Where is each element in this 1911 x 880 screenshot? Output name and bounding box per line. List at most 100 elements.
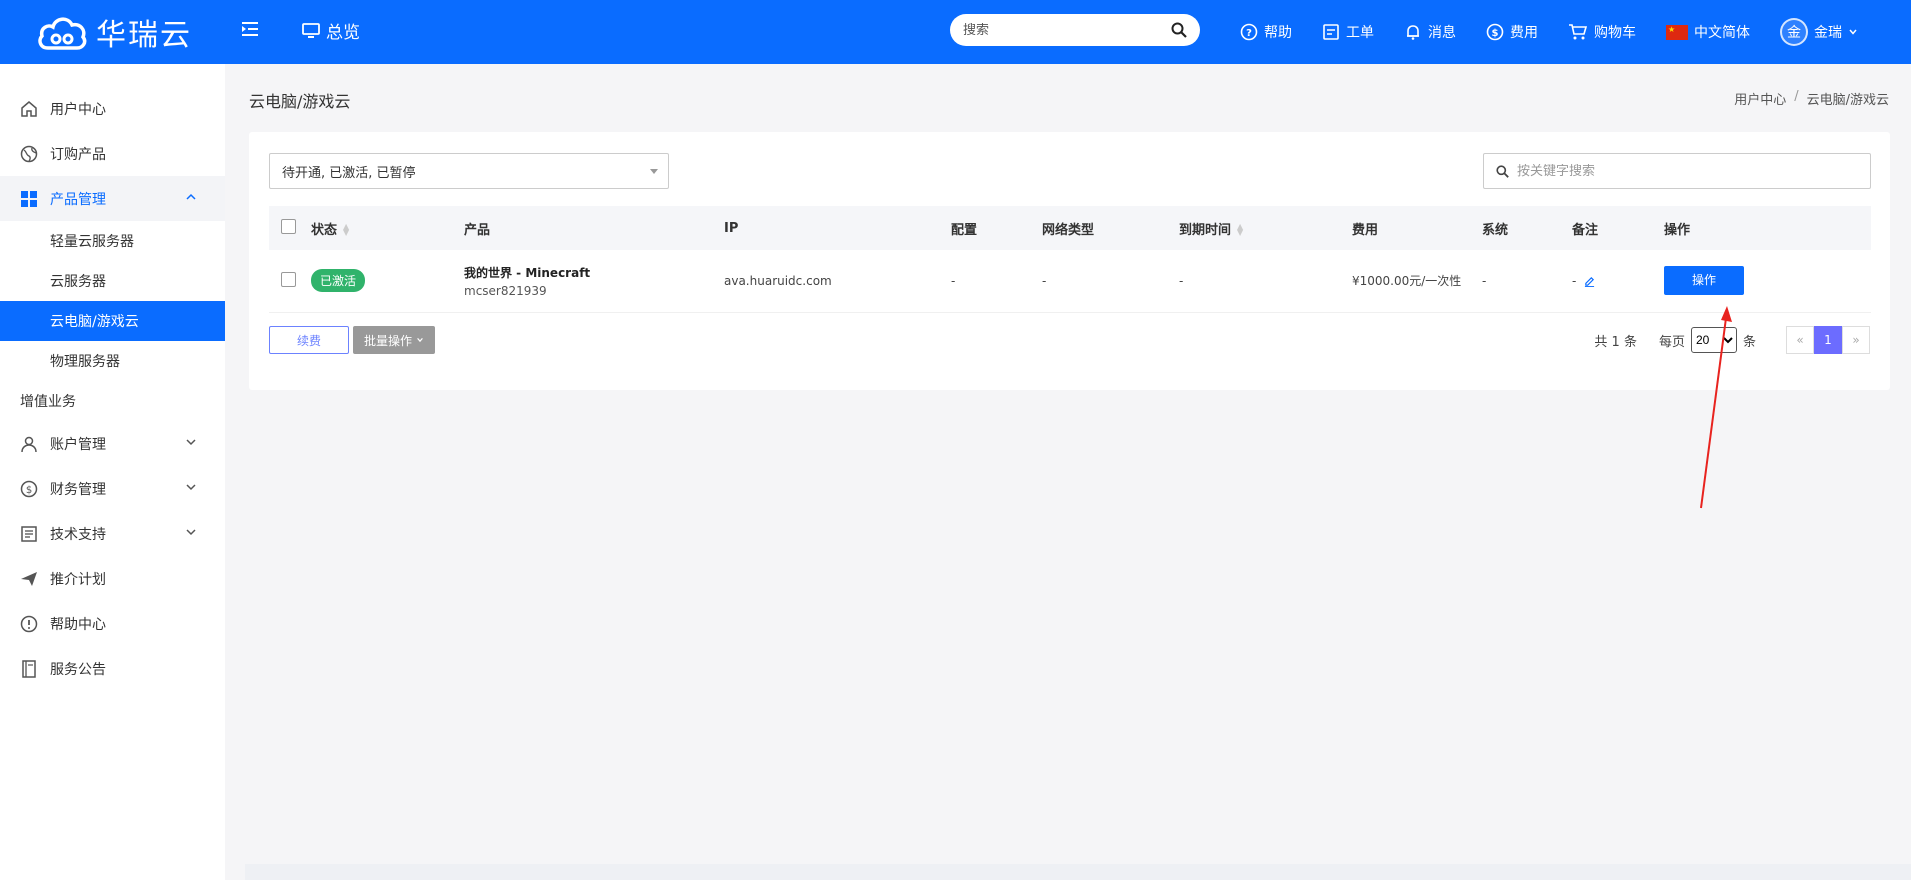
china-flag-icon bbox=[1666, 24, 1688, 40]
status-filter-select[interactable]: 待开通, 已激活, 已暂停 bbox=[269, 153, 669, 189]
fee-link[interactable]: $ 费用 bbox=[1486, 22, 1538, 42]
document-icon bbox=[20, 525, 38, 543]
cart-icon bbox=[1569, 24, 1588, 40]
sidebar-sub-physical-server[interactable]: 物理服务器 bbox=[0, 341, 225, 381]
pagination: 共 1 条 每页 20 条 « 1 » bbox=[1594, 326, 1870, 354]
sidebar-item-label: 账户管理 bbox=[50, 436, 106, 453]
sidebar-section-value-added: 增值业务 bbox=[20, 394, 76, 410]
sidebar-item-tech-support[interactable]: 技术支持 bbox=[0, 511, 225, 556]
chevron-down-icon bbox=[417, 338, 423, 343]
sidebar-item-product-management[interactable]: 产品管理 bbox=[0, 176, 225, 221]
column-header-status[interactable]: 状态 ▲ ▼ bbox=[311, 206, 464, 250]
top-search-box[interactable] bbox=[950, 14, 1200, 46]
brand-logo[interactable]: 华瑞云 bbox=[36, 10, 192, 54]
edit-icon[interactable] bbox=[1584, 276, 1595, 287]
page-button-current[interactable]: 1 bbox=[1814, 326, 1842, 354]
column-header-ip: IP bbox=[724, 220, 739, 236]
search-icon[interactable] bbox=[1171, 22, 1187, 38]
batch-actions-label: 批量操作 bbox=[363, 333, 412, 348]
svg-text:?: ? bbox=[1246, 28, 1252, 39]
sidebar-item-announcements[interactable]: 服务公告 bbox=[0, 646, 225, 691]
language-switch[interactable]: 中文简体 bbox=[1666, 22, 1750, 42]
sort-icon[interactable]: ▲ ▼ bbox=[343, 223, 349, 237]
chevron-down-icon bbox=[1849, 29, 1857, 35]
overview-label: 总览 bbox=[326, 23, 360, 43]
product-cell[interactable]: 我的世界 - Minecraft mcser821939 bbox=[464, 250, 724, 312]
user-menu[interactable]: 金 金瑞 bbox=[1780, 18, 1858, 46]
page-title: 云电脑/游戏云 bbox=[249, 92, 351, 111]
next-page-button[interactable]: » bbox=[1842, 326, 1870, 354]
ticket-label: 工单 bbox=[1346, 25, 1374, 41]
breadcrumb-item-user-center[interactable]: 用户中心 bbox=[1734, 89, 1786, 108]
product-list-card: 待开通, 已激活, 已暂停 状态▲▼ 产品 IP 配置 网络类型 到期时间▲▼ … bbox=[249, 132, 1890, 390]
expire-cell: - bbox=[1179, 273, 1184, 288]
cart-link[interactable]: 购物车 bbox=[1568, 22, 1636, 42]
sidebar-item-order-products[interactable]: 订购产品 bbox=[0, 131, 225, 176]
column-header-action: 操作 bbox=[1664, 222, 1691, 238]
language-label: 中文简体 bbox=[1694, 25, 1750, 41]
search-icon bbox=[1496, 164, 1509, 178]
note-cell: - bbox=[1572, 250, 1664, 312]
sidebar-item-label: 服务公告 bbox=[50, 661, 106, 678]
product-hostname: mcser821939 bbox=[464, 283, 547, 298]
breadcrumb-item-current: 云电脑/游戏云 bbox=[1806, 93, 1889, 108]
keyword-search-box[interactable] bbox=[1483, 153, 1871, 189]
sidebar-sub-cloud-pc-game[interactable]: 云电脑/游戏云 bbox=[0, 301, 225, 341]
column-header-network: 网络类型 bbox=[1042, 222, 1095, 238]
help-link[interactable]: ? 帮助 bbox=[1240, 22, 1292, 42]
total-count: 共 1 条 bbox=[1594, 334, 1637, 350]
chevron-down-icon bbox=[186, 439, 196, 446]
sidebar-item-label: 财务管理 bbox=[50, 481, 106, 498]
top-navbar: 华瑞云 总览 ? 帮助 bbox=[0, 0, 1911, 64]
per-page-select[interactable]: 20 bbox=[1690, 327, 1737, 353]
footer-strip bbox=[245, 864, 1911, 880]
per-page-label: 每页 bbox=[1658, 334, 1685, 350]
keyword-search-input[interactable] bbox=[1517, 163, 1858, 179]
help-label: 帮助 bbox=[1264, 25, 1292, 41]
note-value: - bbox=[1572, 273, 1577, 288]
row-action-button[interactable]: 操作 bbox=[1664, 266, 1744, 296]
sidebar-item-help-center[interactable]: 帮助中心 bbox=[0, 601, 225, 646]
sort-icon[interactable]: ▲ ▼ bbox=[1237, 223, 1243, 237]
sidebar-item-user-center[interactable]: 用户中心 bbox=[0, 86, 225, 131]
avatar: 金 bbox=[1780, 18, 1808, 46]
config-cell: - bbox=[951, 273, 956, 288]
user-icon bbox=[20, 435, 38, 453]
status-filter-value: 待开通, 已激活, 已暂停 bbox=[282, 165, 416, 181]
sidebar-item-finance[interactable]: $ 财务管理 bbox=[0, 466, 225, 511]
table-row: 已激活 我的世界 - Minecraft mcser821939 ava.hua… bbox=[269, 250, 1871, 312]
sidebar: 用户中心 订购产品 产品管理 轻量云服务器 云服务器 云电脑/游戏云 物理服务器… bbox=[0, 64, 225, 880]
ticket-link[interactable]: 工单 bbox=[1322, 22, 1374, 42]
row-checkbox[interactable] bbox=[281, 271, 296, 287]
bell-icon bbox=[1407, 25, 1419, 40]
page-buttons: « 1 » bbox=[1786, 326, 1870, 354]
batch-actions-button[interactable]: 批量操作 bbox=[353, 326, 435, 354]
sidebar-sub-lightweight-server[interactable]: 轻量云服务器 bbox=[0, 221, 225, 261]
overview-link[interactable]: 总览 bbox=[302, 18, 360, 43]
sidebar-item-referral[interactable]: 推介计划 bbox=[0, 556, 225, 601]
grid-icon bbox=[20, 190, 38, 208]
select-all-checkbox[interactable] bbox=[281, 218, 296, 234]
help-icon: ? bbox=[1240, 23, 1258, 41]
dollar-icon: $ bbox=[1486, 23, 1504, 41]
product-table: 状态 ▲ ▼ 产品 IP 配置 网络类型 到期时间 ▲ ▼ 费用 系统 备注 操作 已激… bbox=[269, 206, 1871, 313]
top-search-input[interactable] bbox=[963, 22, 1171, 38]
chevron-up-icon bbox=[186, 193, 196, 200]
column-header-expire[interactable]: 到期时间 ▲ ▼ bbox=[1179, 206, 1352, 250]
column-header-product: 产品 bbox=[464, 222, 491, 238]
svg-text:$: $ bbox=[1492, 28, 1499, 39]
sidebar-item-account[interactable]: 账户管理 bbox=[0, 421, 225, 466]
column-header-fee: 费用 bbox=[1352, 222, 1379, 238]
renew-button[interactable]: 续费 bbox=[269, 326, 349, 354]
sidebar-item-label: 推介计划 bbox=[50, 571, 106, 588]
product-name[interactable]: 我的世界 - Minecraft bbox=[464, 264, 724, 281]
column-header-config: 配置 bbox=[951, 222, 978, 238]
notebook-icon bbox=[20, 659, 38, 678]
globe-icon bbox=[20, 145, 38, 163]
sidebar-item-label: 技术支持 bbox=[50, 526, 106, 543]
svg-text:$: $ bbox=[26, 485, 32, 496]
prev-page-button[interactable]: « bbox=[1786, 326, 1814, 354]
message-link[interactable]: 消息 bbox=[1404, 22, 1456, 42]
menu-indent-icon[interactable] bbox=[240, 19, 260, 39]
sidebar-sub-cloud-server[interactable]: 云服务器 bbox=[0, 261, 225, 301]
